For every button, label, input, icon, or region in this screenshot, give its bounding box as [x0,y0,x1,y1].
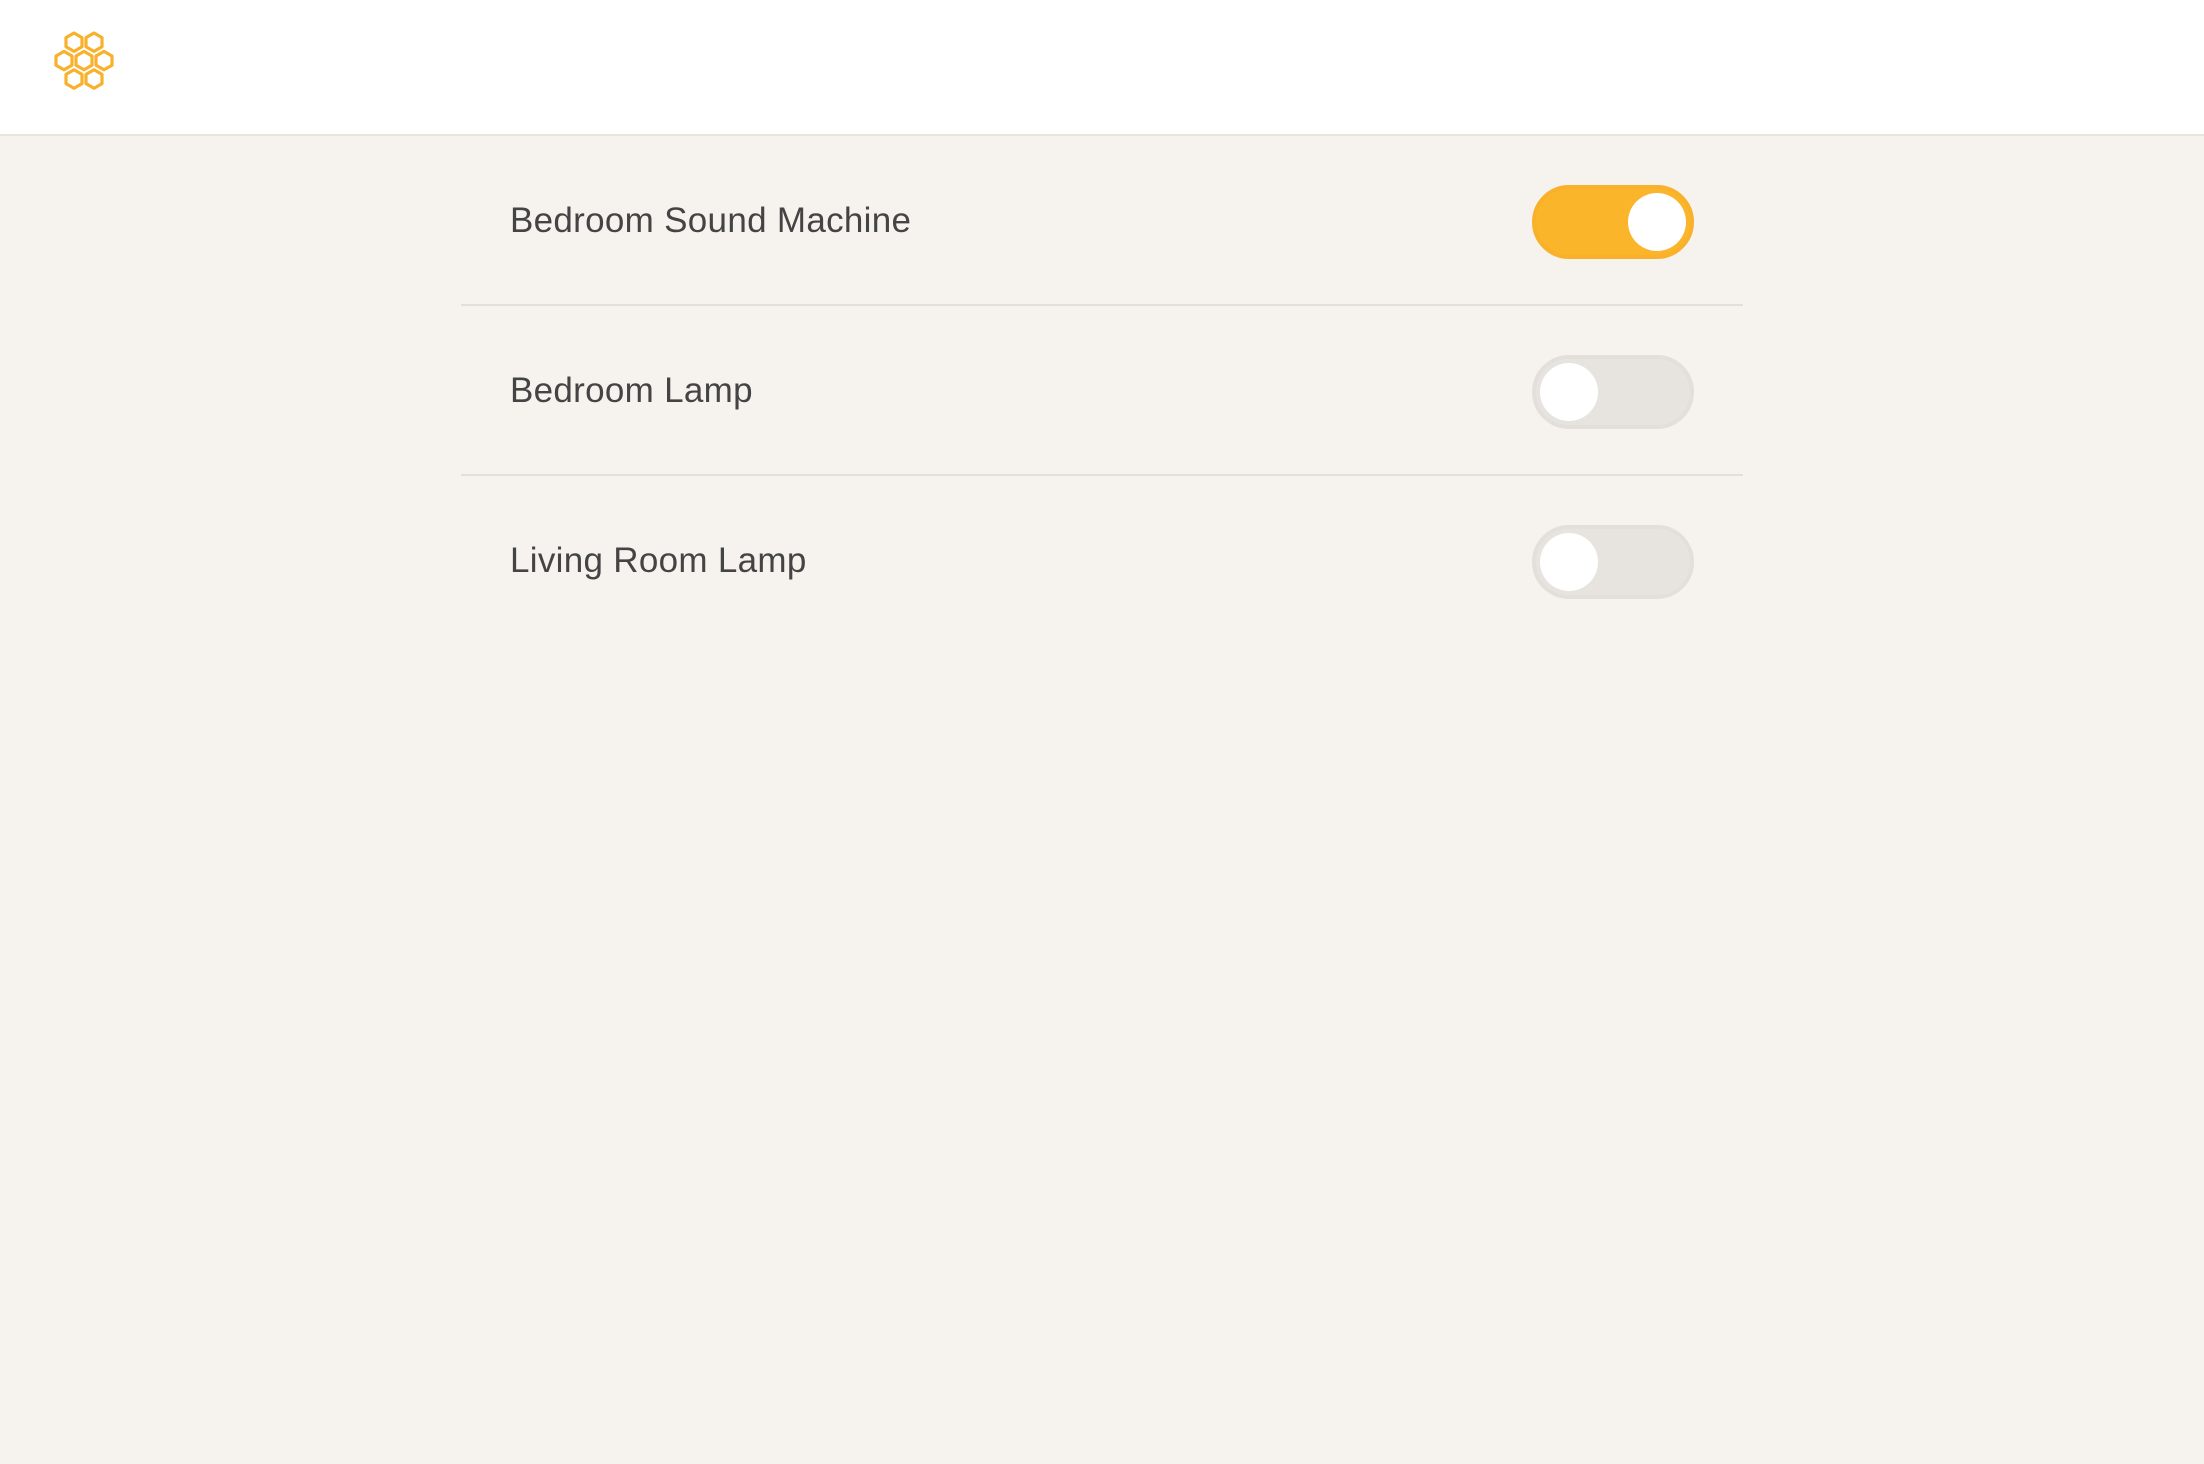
device-row-living-room-lamp: Living Room Lamp [461,476,1743,646]
toggle-knob [1540,363,1598,421]
device-row-bedroom-lamp: Bedroom Lamp [461,306,1743,476]
app-header [0,0,2204,136]
device-label: Bedroom Lamp [510,371,753,410]
power-toggle-bedroom-sound-machine[interactable] [1532,185,1694,259]
toggle-knob [1540,533,1598,591]
device-row-bedroom-sound-machine: Bedroom Sound Machine [461,136,1743,306]
toggle-knob [1628,193,1686,251]
honeycomb-icon[interactable] [46,30,122,106]
device-list: Bedroom Sound Machine Bedroom Lamp Livin… [461,136,1743,646]
power-toggle-living-room-lamp[interactable] [1532,525,1694,599]
device-label: Bedroom Sound Machine [510,201,912,240]
device-label: Living Room Lamp [510,541,807,580]
power-toggle-bedroom-lamp[interactable] [1532,355,1694,429]
